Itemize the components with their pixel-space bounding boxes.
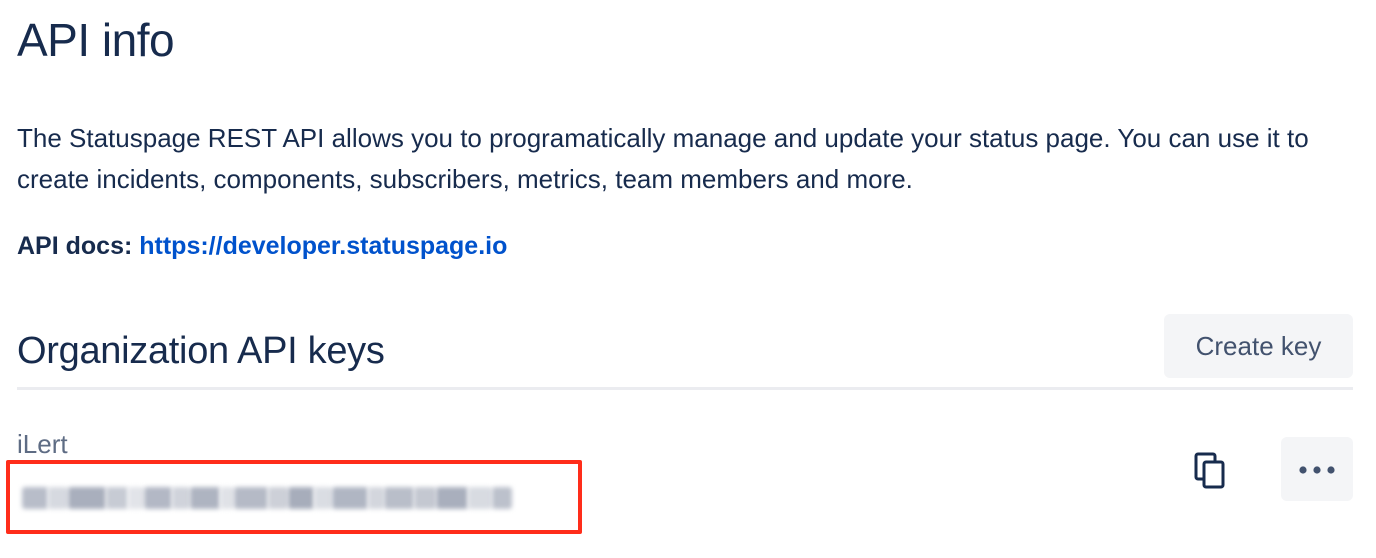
org-api-keys-heading: Organization API keys [17, 330, 385, 372]
more-actions-button[interactable] [1281, 437, 1353, 501]
api-key-value-redacted [22, 483, 512, 513]
api-info-page: API info The Statuspage REST API allows … [0, 0, 1376, 558]
api-key-name: iLert [17, 429, 68, 459]
api-description: The Statuspage REST API allows you to pr… [17, 123, 1309, 194]
api-docs-line: API docs: https://developer.statuspage.i… [17, 228, 507, 264]
section-divider [17, 387, 1353, 390]
page-title: API info [17, 14, 175, 66]
api-docs-link[interactable]: https://developer.statuspage.io [139, 232, 507, 260]
api-docs-label: API docs: [17, 232, 133, 260]
more-horizontal-icon [1299, 462, 1335, 477]
create-key-button[interactable]: Create key [1164, 314, 1353, 378]
copy-key-button[interactable] [1178, 440, 1242, 504]
copy-icon [1194, 452, 1226, 493]
